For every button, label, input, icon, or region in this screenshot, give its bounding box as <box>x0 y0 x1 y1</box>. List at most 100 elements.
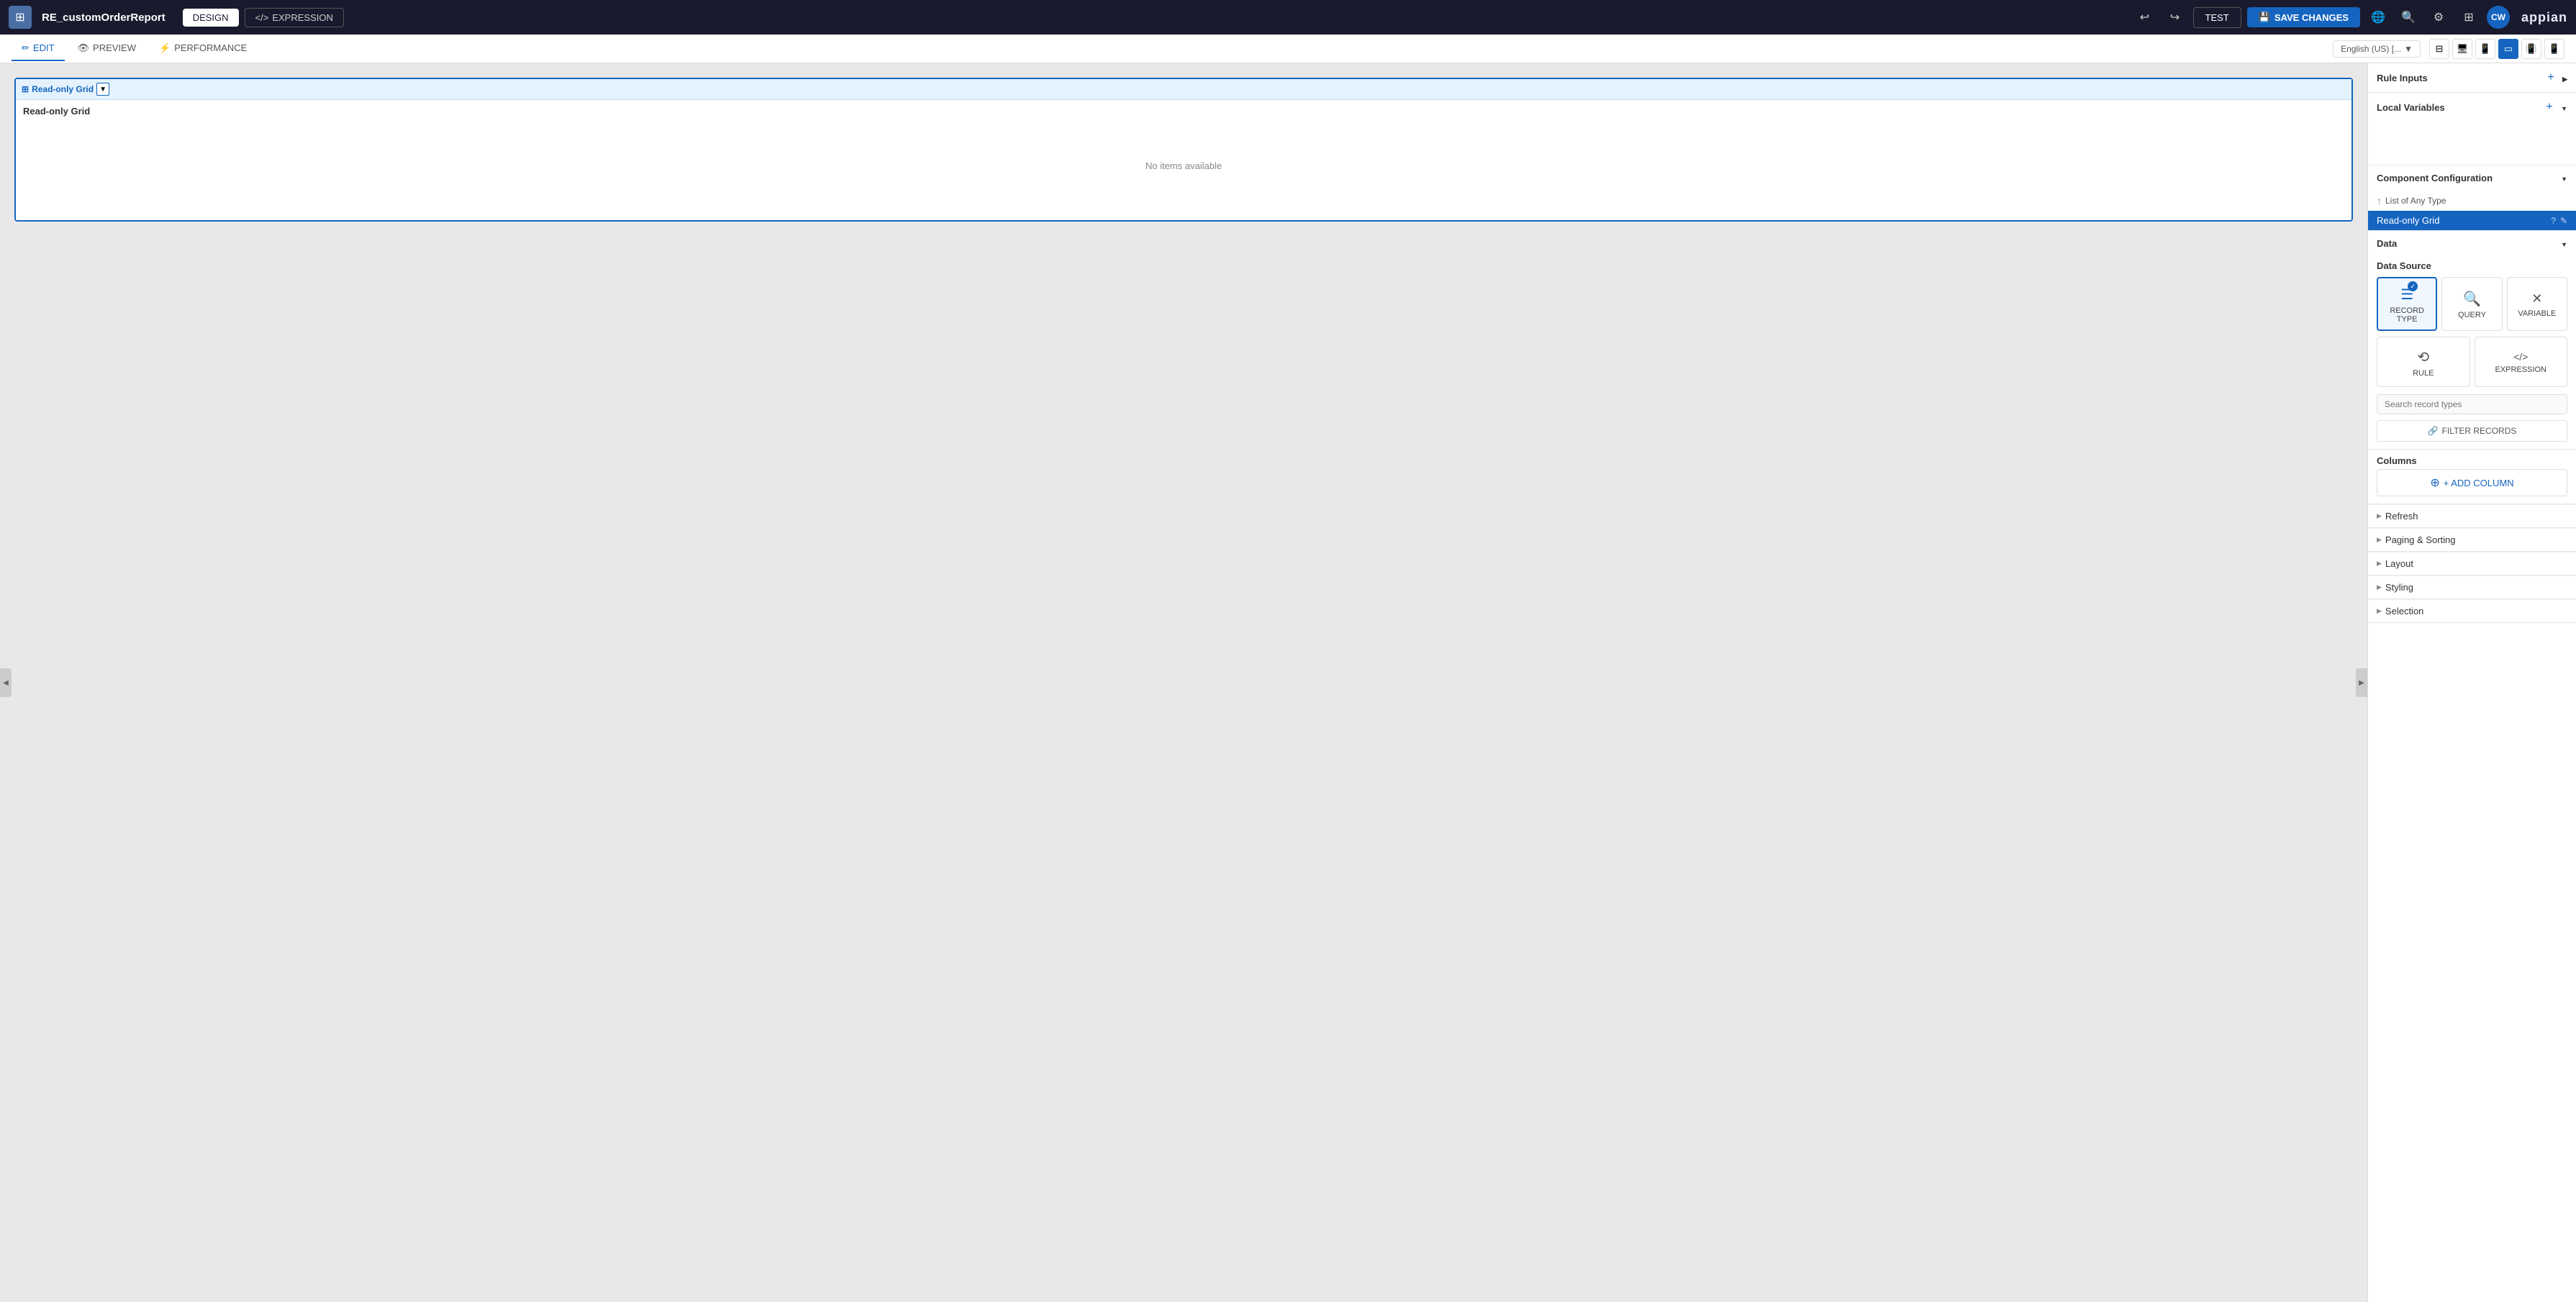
record-type-icon: ☰ ✓ <box>2400 286 2413 304</box>
tab-edit[interactable]: ✏ EDIT <box>12 37 65 61</box>
grid-title: Read-only Grid <box>16 100 2351 122</box>
view-icon-phone[interactable]: 📳 <box>2521 39 2541 59</box>
grid-header-bar: ⊞ Read-only Grid ▼ <box>16 79 2351 100</box>
data-section: Data Data Source ☰ ✓ RECORD TYPE 🔍 QUERY <box>2368 231 2576 450</box>
globe-icon-button[interactable]: 🌐 <box>2366 5 2390 29</box>
main-layout: ◀ ⊞ Read-only Grid ▼ Read-only Grid No i… <box>0 63 2576 1302</box>
component-config-section: Component Configuration ↑ List of Any Ty… <box>2368 165 2576 231</box>
view-icon-tablet-portrait[interactable]: ▭ <box>2498 39 2518 59</box>
search-button[interactable]: 🔍 <box>2396 5 2421 29</box>
record-type-check-badge: ✓ <box>2408 281 2418 291</box>
local-variables-chevron-icon <box>2561 102 2567 113</box>
save-changes-button[interactable]: 💾 SAVE CHANGES <box>2247 7 2360 27</box>
expand-left-icon: ◀ <box>3 679 9 687</box>
readonly-grid-config-row: Read-only Grid ? ✎ <box>2368 211 2576 230</box>
layout-section: Layout <box>2368 552 2576 575</box>
refresh-section: Refresh <box>2368 504 2576 528</box>
rule-inputs-section: Rule Inputs + <box>2368 63 2576 93</box>
selection-chevron-icon <box>2377 607 2382 615</box>
data-chevron-icon <box>2561 238 2567 249</box>
view-icon-1[interactable]: ⊟ <box>2429 39 2449 59</box>
tab-preview[interactable]: 👁 PREVIEW <box>68 37 146 61</box>
expand-right-icon: ▶ <box>2359 679 2364 687</box>
add-column-button[interactable]: ⊕ + ADD COLUMN <box>2377 469 2567 496</box>
view-icon-tablet[interactable]: 📱 <box>2475 39 2495 59</box>
component-config-header[interactable]: Component Configuration <box>2368 165 2576 191</box>
add-column-plus-icon: ⊕ <box>2430 475 2439 490</box>
paging-sorting-chevron-icon <box>2377 536 2382 544</box>
app-title: RE_customOrderReport <box>42 12 165 24</box>
view-icon-phone-portrait[interactable]: 📱 <box>2544 39 2564 59</box>
data-section-header[interactable]: Data <box>2368 231 2576 256</box>
app-icon-symbol: ⊞ <box>15 10 24 24</box>
layout-item[interactable]: Layout <box>2368 552 2576 575</box>
preview-icon: 👁 <box>78 42 90 54</box>
grid-dropdown-button[interactable]: ▼ <box>96 83 109 96</box>
selection-section: Selection <box>2368 599 2576 623</box>
app-icon: ⊞ <box>9 6 32 29</box>
top-nav: ⊞ RE_customOrderReport DESIGN </> EXPRES… <box>0 0 2576 35</box>
filter-records-button[interactable]: 🔗 FILTER RECORDS <box>2377 420 2567 442</box>
tab-performance[interactable]: ⚡ PERFORMANCE <box>149 37 257 61</box>
refresh-item[interactable]: Refresh <box>2368 504 2576 527</box>
expand-right-button[interactable]: ▶ <box>2356 668 2367 697</box>
save-icon: 💾 <box>2259 12 2270 23</box>
view-icon-desktop[interactable]: 🖥 <box>2452 39 2472 59</box>
local-variables-section: Local Variables + <box>2368 93 2576 165</box>
local-variables-add-button[interactable]: + <box>2542 100 2557 114</box>
query-icon: 🔍 <box>2463 290 2481 308</box>
grid-button[interactable]: ⊞ <box>2457 5 2481 29</box>
datasource-variable-button[interactable]: ✕ VARIABLE <box>2507 277 2567 331</box>
expand-left-button[interactable]: ◀ <box>0 668 12 697</box>
variable-icon: ✕ <box>2531 291 2542 306</box>
filter-records-link-icon: 🔗 <box>2428 426 2439 436</box>
settings-button[interactable]: ⚙ <box>2426 5 2451 29</box>
canvas-area: ◀ ⊞ Read-only Grid ▼ Read-only Grid No i… <box>0 63 2367 1302</box>
expression-button[interactable]: </> EXPRESSION <box>245 8 344 27</box>
grid-empty-message: No items available <box>16 122 2351 209</box>
datasource-query-button[interactable]: 🔍 QUERY <box>2441 277 2502 331</box>
right-panel: Rule Inputs + Local Variables + Compone <box>2367 63 2576 1302</box>
grid-header-icon: ⊞ <box>22 84 29 94</box>
edit-icon: ✏ <box>22 42 30 54</box>
test-button[interactable]: TEST <box>2193 7 2241 28</box>
rule-inputs-add-button[interactable]: + <box>2544 70 2558 85</box>
readonly-grid-edit-icon[interactable]: ✎ <box>2560 216 2567 226</box>
secondary-nav: ✏ EDIT 👁 PREVIEW ⚡ PERFORMANCE English (… <box>0 35 2576 63</box>
view-icons: ⊟ 🖥 📱 ▭ 📳 📱 <box>2429 39 2564 59</box>
appian-logo: appian <box>2521 10 2567 25</box>
performance-icon: ⚡ <box>159 42 171 54</box>
datasource-expression-button[interactable]: </> EXPRESSION <box>2475 337 2568 387</box>
local-variables-header[interactable]: Local Variables + <box>2368 93 2576 122</box>
datasource-options-top: ☰ ✓ RECORD TYPE 🔍 QUERY ✕ VARIABLE <box>2368 277 2576 337</box>
data-source-label: Data Source <box>2368 256 2576 277</box>
list-of-any-row: ↑ List of Any Type <box>2368 191 2576 211</box>
selection-item[interactable]: Selection <box>2368 599 2576 622</box>
rule-inputs-chevron-icon <box>2562 73 2567 83</box>
rule-icon: ⟲ <box>2417 348 2429 366</box>
readonly-grid-question-icon: ? <box>2551 216 2556 226</box>
datasource-record-type-button[interactable]: ☰ ✓ RECORD TYPE <box>2377 277 2437 331</box>
list-type-icon: ↑ <box>2377 195 2382 206</box>
expression-icon: </> <box>255 12 269 23</box>
component-config-chevron-icon <box>2561 173 2567 183</box>
datasource-rule-button[interactable]: ⟲ RULE <box>2377 337 2470 387</box>
redo-button[interactable]: ↪ <box>2163 5 2187 29</box>
styling-chevron-icon <box>2377 583 2382 591</box>
paging-sorting-section: Paging & Sorting <box>2368 528 2576 552</box>
rule-inputs-header[interactable]: Rule Inputs + <box>2368 63 2576 92</box>
expression-ds-icon: </> <box>2513 351 2528 363</box>
grid-component[interactable]: ⊞ Read-only Grid ▼ Read-only Grid No ite… <box>14 78 2353 222</box>
design-button[interactable]: DESIGN <box>183 9 239 27</box>
language-selector[interactable]: English (US) [... ▼ <box>2333 40 2421 58</box>
datasource-options-bottom: ⟲ RULE </> EXPRESSION <box>2368 337 2576 394</box>
styling-item[interactable]: Styling <box>2368 575 2576 598</box>
layout-chevron-icon <box>2377 560 2382 568</box>
search-record-types-input[interactable] <box>2377 394 2567 414</box>
columns-header: Columns <box>2368 450 2576 469</box>
styling-section: Styling <box>2368 575 2576 599</box>
refresh-chevron-icon <box>2377 512 2382 520</box>
undo-button[interactable]: ↩ <box>2133 5 2157 29</box>
avatar[interactable]: CW <box>2487 6 2510 29</box>
paging-sorting-item[interactable]: Paging & Sorting <box>2368 528 2576 551</box>
